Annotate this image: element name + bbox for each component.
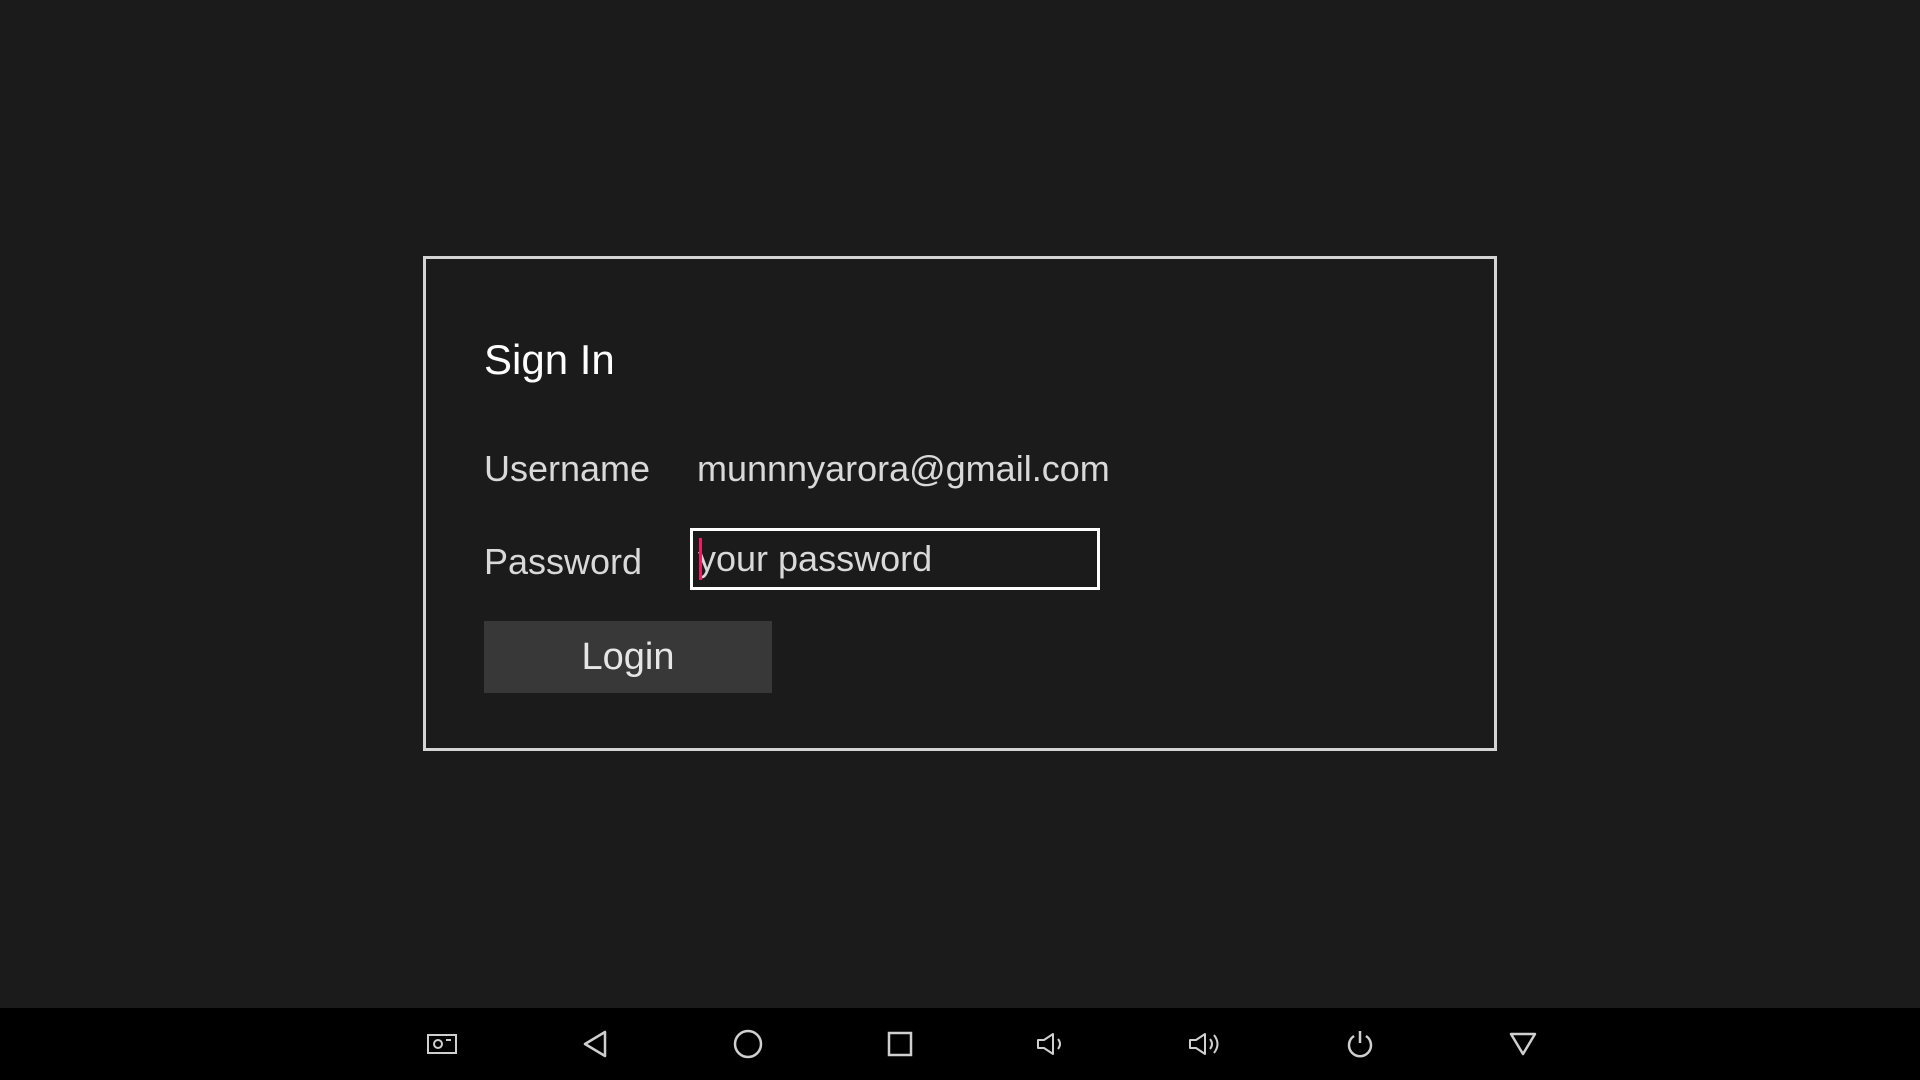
username-value: munnnyarora@gmail.com — [697, 448, 1110, 489]
screenshot-icon — [427, 1034, 457, 1054]
volume-up-button[interactable] — [1166, 1008, 1246, 1080]
screen: Sign In Username munnnyarora@gmail.com P… — [0, 0, 1920, 1080]
text-cursor — [699, 538, 702, 580]
power-icon — [1347, 1031, 1373, 1058]
back-icon — [583, 1030, 607, 1058]
back-button[interactable] — [555, 1008, 635, 1080]
power-button[interactable] — [1320, 1008, 1400, 1080]
hide-navbar-button[interactable] — [1483, 1008, 1563, 1080]
recents-icon — [887, 1031, 913, 1057]
login-button[interactable]: Login — [484, 621, 772, 693]
password-label: Password — [484, 541, 643, 582]
navigation-bar — [0, 1008, 1920, 1080]
recents-button[interactable] — [860, 1008, 940, 1080]
hide-navbar-icon — [1509, 1032, 1537, 1056]
home-button[interactable] — [708, 1008, 788, 1080]
volume-down-icon — [1037, 1033, 1061, 1055]
password-input[interactable] — [693, 531, 1097, 587]
volume-down-button[interactable] — [1012, 1008, 1092, 1080]
page-title: Sign In — [484, 336, 615, 383]
screenshot-button[interactable] — [402, 1008, 482, 1080]
sign-in-panel: Sign In Username munnnyarora@gmail.com P… — [423, 256, 1497, 751]
username-label: Username — [484, 448, 651, 489]
volume-up-icon — [1189, 1033, 1219, 1055]
password-field[interactable] — [690, 528, 1100, 590]
home-icon — [733, 1029, 763, 1059]
